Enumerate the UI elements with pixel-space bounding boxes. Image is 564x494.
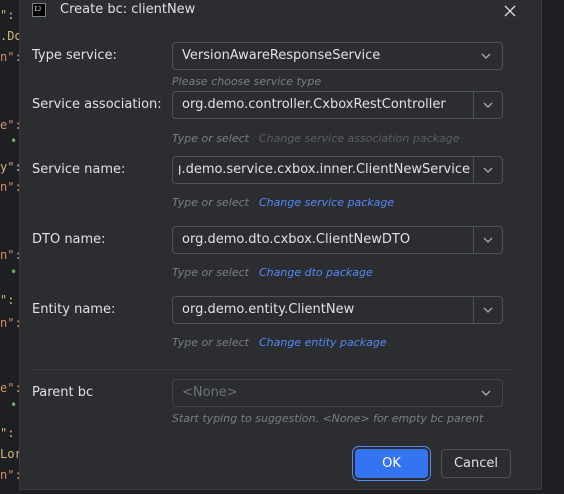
service-name-combobox[interactable]: org.demo.service.cxbox.inner.ClientNewSe… [172, 156, 503, 184]
dto-name-hint: Type or select [172, 266, 249, 279]
cancel-button[interactable]: Cancel [441, 449, 511, 478]
code-fragment: n": [0, 316, 19, 330]
dialog-titlebar[interactable]: IJ Create bc: clientNew [20, 0, 541, 22]
code-fragment: Lor [0, 447, 19, 461]
entity-name-value[interactable]: org.demo.entity.ClientNew [182, 297, 470, 323]
entity-name-hint: Type or select [172, 336, 249, 349]
chevron-down-icon[interactable] [474, 92, 502, 118]
type-service-combobox[interactable]: VersionAwareResponseService [172, 42, 503, 70]
parent-bc-value: <None> [182, 385, 238, 400]
type-service-hint: Please choose service type [172, 75, 322, 88]
change-entity-package-link[interactable]: Change entity package [259, 336, 387, 349]
service-name-label: Service name: [32, 162, 126, 177]
code-fragment: • [10, 398, 18, 412]
dto-name-combobox[interactable]: org.demo.dto.cxbox.ClientNewDTO [172, 226, 503, 254]
ok-button[interactable]: OK [355, 449, 428, 478]
chevron-down-icon[interactable] [474, 297, 502, 323]
entity-name-combobox[interactable]: org.demo.entity.ClientNew [172, 296, 503, 324]
code-fragment: • [10, 265, 18, 279]
background-editor-right [542, 0, 564, 494]
entity-name-label: Entity name: [32, 302, 116, 317]
parent-bc-label: Parent bc [32, 385, 94, 400]
chevron-down-icon[interactable] [472, 43, 500, 69]
service-association-hint: Type or select [172, 132, 249, 145]
service-name-value[interactable]: org.demo.service.cxbox.inner.ClientNewSe… [179, 157, 470, 183]
close-icon [504, 5, 516, 17]
service-association-combobox[interactable]: org.demo.controller.CxboxRestController [172, 91, 503, 119]
background-editor: ": .Do n": e": • y": n": n": • ": n": e"… [0, 0, 19, 494]
code-fragment: n": [0, 180, 19, 194]
change-service-package-link[interactable]: Change service package [259, 196, 394, 209]
code-fragment: n": [0, 468, 19, 482]
code-fragment: y": [0, 160, 19, 174]
parent-bc-combobox[interactable]: <None> [172, 379, 503, 407]
code-fragment: ": [0, 293, 15, 307]
code-fragment: n": [0, 50, 19, 64]
create-bc-dialog: IJ Create bc: clientNew Type service: Ve… [19, 0, 542, 490]
section-divider [32, 369, 512, 370]
parent-bc-hint: Start typing to suggestion. <None> for e… [172, 412, 484, 425]
code-fragment: n": [0, 248, 19, 262]
code-fragment: • [10, 134, 18, 148]
code-fragment: ": [0, 8, 15, 22]
chevron-down-icon[interactable] [474, 157, 502, 183]
code-fragment: e": [0, 118, 19, 132]
chevron-down-icon[interactable] [474, 227, 502, 253]
code-fragment: e": [0, 381, 19, 395]
service-name-hint: Type or select [172, 196, 249, 209]
close-button[interactable] [502, 3, 518, 19]
change-service-association-package-link: Change service association package [259, 132, 460, 145]
code-fragment: .Do [0, 29, 19, 43]
change-dto-package-link[interactable]: Change dto package [259, 266, 373, 279]
dto-name-label: DTO name: [32, 232, 106, 247]
intellij-idea-icon: IJ [32, 3, 46, 17]
type-service-value: VersionAwareResponseService [182, 48, 381, 63]
dto-name-value[interactable]: org.demo.dto.cxbox.ClientNewDTO [182, 227, 470, 253]
dialog-title: Create bc: clientNew [60, 2, 196, 17]
code-fragment: ": [0, 426, 15, 440]
chevron-down-icon[interactable] [472, 380, 500, 406]
service-association-value[interactable]: org.demo.controller.CxboxRestController [182, 92, 470, 118]
service-association-label: Service association: [32, 97, 162, 112]
type-service-label: Type service: [32, 48, 117, 63]
